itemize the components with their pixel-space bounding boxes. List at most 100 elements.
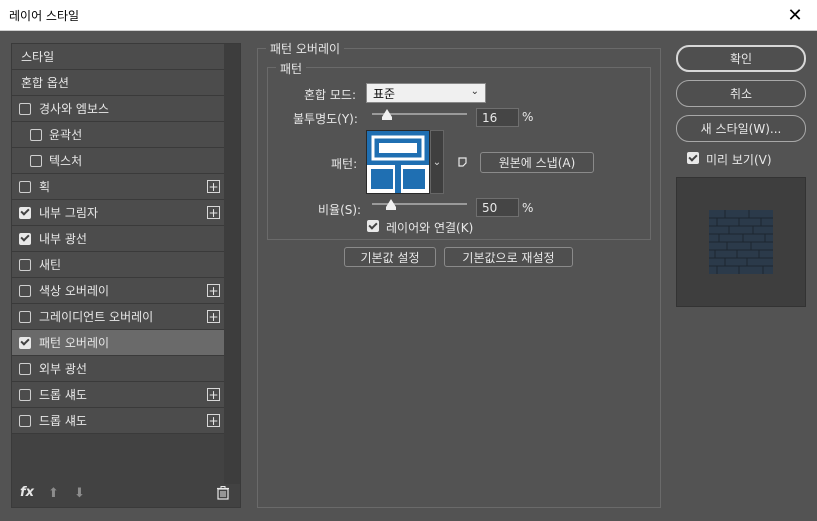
style-item-checkbox[interactable]	[19, 284, 31, 297]
opacity-slider-thumb[interactable]	[382, 109, 393, 120]
cancel-button[interactable]: 취소	[676, 80, 806, 107]
style-item-label: 혼합 옵션	[21, 76, 69, 90]
add-effect-icon[interactable]: +	[207, 414, 220, 427]
style-item-label: 경사와 엠보스	[39, 102, 110, 116]
style-item-checkbox[interactable]	[19, 206, 31, 219]
style-item-checkbox[interactable]	[19, 414, 31, 427]
fx-button[interactable]: fx	[20, 485, 34, 500]
pattern-subgroup-title: 패턴	[276, 60, 307, 77]
style-item[interactable]: 혼합 옵션	[12, 70, 224, 96]
scale-slider-thumb[interactable]	[386, 199, 396, 210]
make-default-label: 기본값 설정	[360, 250, 420, 265]
new-style-button[interactable]: 새 스타일(W)...	[676, 115, 806, 142]
style-item-checkbox[interactable]	[19, 362, 31, 375]
move-up-icon[interactable]: ⬆	[48, 486, 59, 501]
style-item[interactable]: 드롭 섀도 +	[12, 408, 224, 434]
style-item[interactable]: 패턴 오버레이	[12, 330, 224, 356]
preview-checkbox[interactable]	[687, 152, 699, 164]
new-style-label: 새 스타일(W)...	[700, 122, 782, 136]
scale-label: 비율(S):	[318, 203, 362, 217]
chevron-down-icon: ⌄	[432, 156, 442, 168]
trash-icon[interactable]	[217, 486, 229, 500]
make-default-button[interactable]: 기본값 설정	[344, 247, 436, 267]
add-effect-icon[interactable]: +	[207, 206, 220, 219]
style-item[interactable]: 그레이디언트 오버레이 +	[12, 304, 224, 330]
styles-list: 스타일 혼합 옵션 경사와 엠보스 윤곽선 텍스처 획 + 내부 그림자 + 내부 광선 새틴 색상 …	[12, 44, 224, 434]
style-item-checkbox[interactable]	[19, 336, 31, 349]
style-item[interactable]: 윤곽선	[12, 122, 224, 148]
cancel-label: 취소	[729, 87, 753, 101]
add-effect-icon[interactable]: +	[207, 388, 220, 401]
style-item[interactable]: 드롭 섀도 +	[12, 382, 224, 408]
pattern-overlay-title: 패턴 오버레이	[266, 40, 345, 57]
style-item[interactable]: 새틴	[12, 252, 224, 278]
scale-percent: %	[522, 201, 534, 215]
blend-mode-select[interactable]: 표준 ⌄	[366, 83, 486, 103]
style-item[interactable]: 외부 광선	[12, 356, 224, 382]
style-item-label: 드롭 섀도	[39, 388, 87, 402]
ok-label: 확인	[729, 52, 753, 66]
style-item-checkbox[interactable]	[19, 180, 31, 193]
scale-slider[interactable]	[372, 199, 467, 210]
style-item-label: 내부 그림자	[39, 206, 99, 220]
style-item-checkbox[interactable]	[19, 232, 31, 245]
opacity-input[interactable]: 16	[476, 108, 519, 127]
style-item[interactable]: 내부 그림자 +	[12, 200, 224, 226]
pattern-preview-icon	[367, 131, 429, 193]
style-item[interactable]: 획 +	[12, 174, 224, 200]
style-item[interactable]: 스타일	[12, 44, 224, 70]
opacity-value: 16	[482, 110, 498, 125]
style-item[interactable]: 색상 오버레이 +	[12, 278, 224, 304]
style-item-checkbox[interactable]	[19, 388, 31, 401]
preview-thumbnail	[709, 210, 773, 274]
style-item-label: 그레이디언트 오버레이	[39, 310, 154, 324]
style-item-label: 새틴	[39, 258, 62, 272]
move-down-icon[interactable]: ⬇	[74, 486, 85, 501]
pattern-swatch[interactable]	[366, 130, 430, 194]
link-layer-label: 레이어와 연결(K)	[386, 221, 474, 235]
opacity-label: 불투명도(Y):	[293, 112, 358, 126]
style-preview	[676, 177, 806, 307]
style-item[interactable]: 경사와 엠보스	[12, 96, 224, 122]
snap-to-origin-button[interactable]: 원본에 스냅(A)	[480, 152, 594, 173]
close-button[interactable]: ✕	[773, 0, 817, 30]
scale-value: 50	[482, 200, 498, 215]
style-item-label: 획	[39, 180, 51, 194]
ok-button[interactable]: 확인	[676, 45, 806, 72]
chevron-down-icon: ⌄	[470, 86, 479, 97]
style-item-label: 외부 광선	[39, 362, 87, 376]
close-icon: ✕	[787, 4, 803, 26]
style-item-checkbox[interactable]	[19, 258, 31, 271]
add-effect-icon[interactable]: +	[207, 310, 220, 323]
style-item-label: 드롭 섀도	[39, 414, 87, 428]
style-item-label: 색상 오버레이	[39, 284, 110, 298]
preview-label: 미리 보기(V)	[706, 153, 772, 167]
styles-scrollbar[interactable]	[224, 44, 240, 484]
add-effect-icon[interactable]: +	[207, 180, 220, 193]
style-item-label: 패턴 오버레이	[39, 336, 110, 350]
styles-panel: 스타일 혼합 옵션 경사와 엠보스 윤곽선 텍스처 획 + 내부 그림자 + 내부 광선 새틴 색상 …	[11, 43, 241, 508]
blend-mode-label: 혼합 모드:	[304, 88, 357, 102]
reset-default-label: 기본값으로 재설정	[462, 250, 555, 265]
style-item-checkbox[interactable]	[30, 128, 42, 141]
pattern-picker-button[interactable]: ⌄	[430, 130, 444, 194]
style-item-label: 텍스처	[49, 154, 83, 168]
style-item[interactable]: 내부 광선	[12, 226, 224, 252]
opacity-percent: %	[522, 110, 534, 124]
style-item[interactable]: 텍스처	[12, 148, 224, 174]
add-effect-icon[interactable]: +	[207, 284, 220, 297]
style-item-label: 스타일	[21, 50, 55, 64]
style-item-label: 윤곽선	[49, 128, 83, 142]
styles-footer: fx ⬆ ⬇	[12, 481, 240, 507]
opacity-slider[interactable]	[372, 109, 467, 120]
scale-input[interactable]: 50	[476, 198, 519, 217]
style-item-checkbox[interactable]	[30, 154, 42, 167]
style-item-checkbox[interactable]	[19, 310, 31, 323]
new-preset-icon[interactable]	[458, 157, 468, 167]
link-layer-checkbox[interactable]	[367, 220, 379, 232]
snap-to-origin-label: 원본에 스냅(A)	[498, 156, 576, 170]
title-bar: 레이어 스타일 ✕	[0, 0, 817, 31]
blend-mode-value: 표준	[373, 86, 396, 101]
reset-default-button[interactable]: 기본값으로 재설정	[444, 247, 573, 267]
style-item-checkbox[interactable]	[19, 102, 31, 115]
